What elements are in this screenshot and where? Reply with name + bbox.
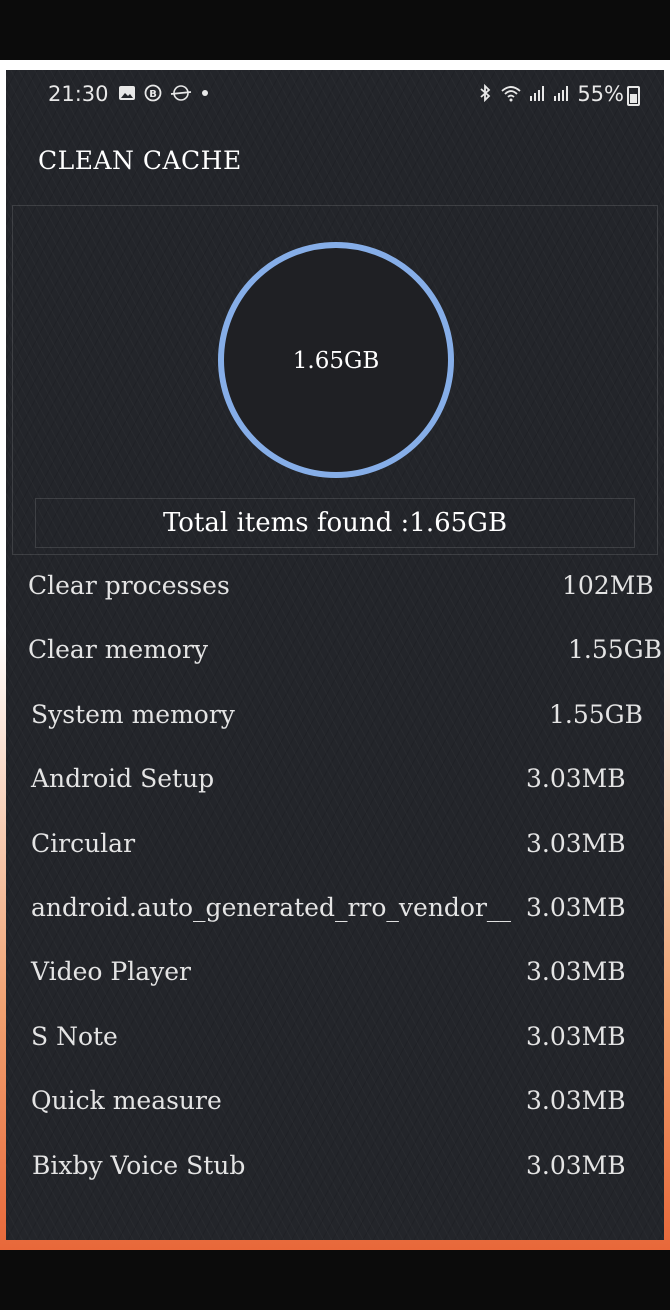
- wifi-icon: [501, 86, 521, 102]
- total-items-found: Total items found :1.65GB: [35, 498, 635, 548]
- item-name: Quick measure: [31, 1086, 222, 1116]
- signal-icon: [530, 86, 544, 101]
- item-size: 1.55GB: [549, 699, 644, 729]
- item-name: android.auto_generated_rro_vendor__: [31, 892, 511, 922]
- list-item[interactable]: Android Setup 3.03MB: [6, 748, 664, 812]
- item-size: 1.55GB: [568, 635, 663, 665]
- item-name: Clear processes: [28, 571, 230, 600]
- battery-icon: [627, 86, 640, 106]
- app-screen: 21:30 B 55% CLEAN CACHE 1.65GB Total ite…: [6, 70, 664, 1240]
- list-item[interactable]: Bixby Voice Stub 3.03MB: [6, 1135, 664, 1199]
- item-name: Bixby Voice Stub: [32, 1150, 246, 1180]
- flag-icon: [170, 85, 192, 101]
- item-name: System memory: [31, 699, 235, 729]
- status-left-icons: B: [118, 84, 210, 102]
- cache-size-gauge: 1.65GB: [218, 242, 454, 478]
- list-item[interactable]: Clear memory 1.55GB: [6, 619, 664, 683]
- page-title: CLEAN CACHE: [38, 146, 242, 175]
- list-item[interactable]: Quick measure 3.03MB: [6, 1070, 664, 1134]
- svg-text:B: B: [149, 89, 157, 100]
- top-letterbox: [0, 0, 670, 60]
- item-size: 3.03MB: [526, 1021, 626, 1051]
- gauge-value: 1.65GB: [292, 348, 380, 374]
- image-icon: [119, 86, 135, 100]
- item-size: 3.03MB: [526, 1086, 626, 1116]
- list-item[interactable]: System memory 1.55GB: [6, 684, 664, 748]
- item-name: Circular: [31, 828, 136, 858]
- bluetooth-icon: [480, 84, 491, 102]
- item-size: 102MB: [562, 571, 654, 600]
- list-item[interactable]: Video Player 3.03MB: [6, 941, 664, 1005]
- item-name: Video Player: [31, 957, 191, 987]
- item-name: Clear memory: [28, 635, 209, 665]
- item-name: S Note: [31, 1021, 118, 1051]
- status-time: 21:30: [48, 82, 109, 106]
- dot-icon: [202, 90, 208, 96]
- status-bar: 21:30 B 55%: [6, 70, 664, 122]
- item-size: 3.03MB: [526, 892, 626, 922]
- list-item[interactable]: S Note 3.03MB: [6, 1006, 664, 1070]
- item-size: 3.03MB: [526, 1150, 626, 1180]
- b-badge-icon: B: [144, 84, 162, 102]
- item-name: Android Setup: [31, 764, 215, 794]
- list-item[interactable]: Clear processes 102MB: [6, 555, 664, 619]
- item-size: 3.03MB: [526, 957, 626, 987]
- list-item[interactable]: android.auto_generated_rro_vendor__ 3.03…: [6, 877, 664, 941]
- item-size: 3.03MB: [526, 764, 626, 794]
- list-item[interactable]: Circular 3.03MB: [6, 813, 664, 877]
- signal-icon: [554, 86, 568, 101]
- bottom-letterbox: [0, 1250, 670, 1310]
- battery-percentage: 55%: [577, 82, 624, 106]
- item-size: 3.03MB: [526, 828, 626, 858]
- cache-items-list: Clear processes 102MB Clear memory 1.55G…: [6, 555, 664, 1199]
- status-right-icons: [476, 84, 570, 102]
